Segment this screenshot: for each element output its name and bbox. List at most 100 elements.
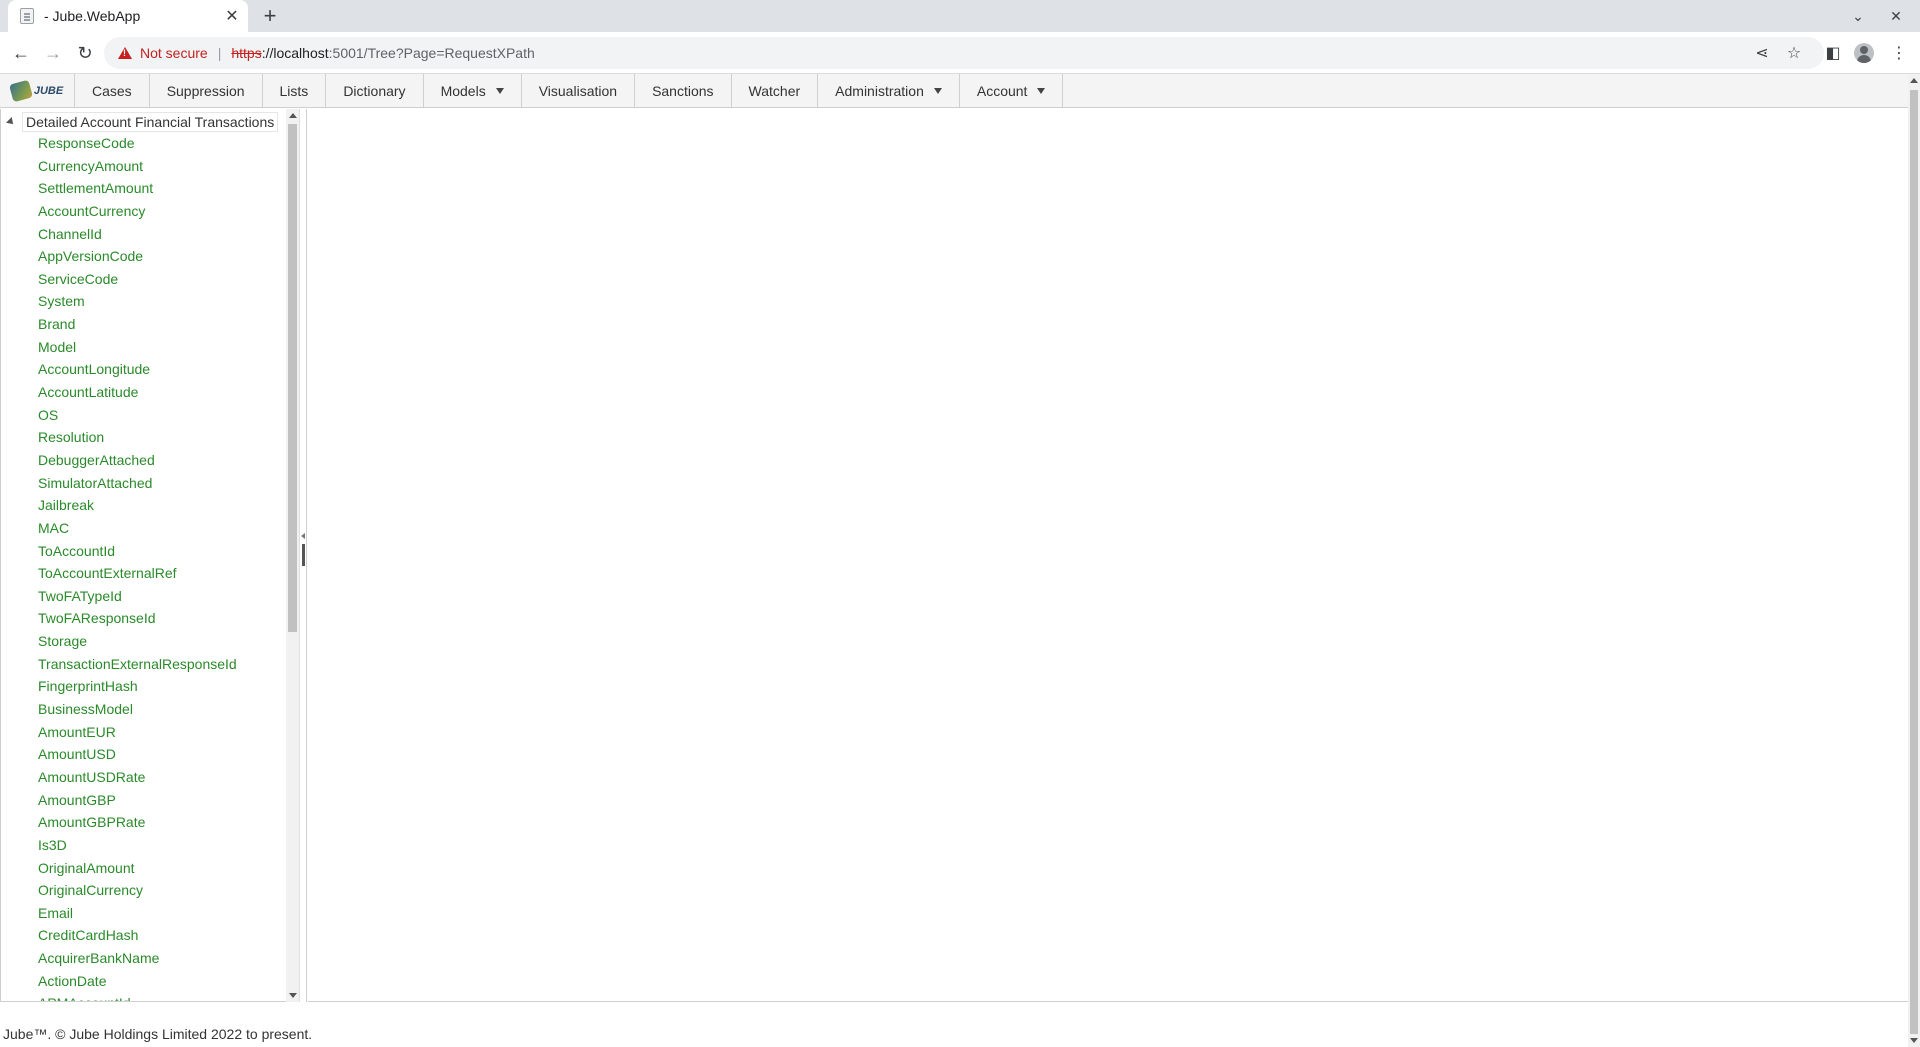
address-bar[interactable]: Not secure | https ://localhost :5001/Tr… [104, 37, 1824, 69]
forward-arrow-icon[interactable]: → [40, 40, 66, 66]
tree-item[interactable]: Email [38, 902, 237, 925]
tree-item[interactable]: BusinessModel [38, 698, 237, 721]
tree-scrollbar[interactable] [286, 109, 299, 1002]
browser-tabstrip: - Jube.WebApp ✕ + ⌄ ✕ [0, 0, 1920, 32]
menu-label: Administration [835, 82, 924, 99]
new-tab-button[interactable]: + [258, 3, 282, 28]
menu-lists[interactable]: Lists [263, 74, 327, 107]
menu-label: Cases [92, 82, 132, 99]
menu-label: Dictionary [343, 82, 406, 99]
omnibox-separator: | [217, 45, 222, 61]
tree-item[interactable]: DebuggerAttached [38, 449, 237, 472]
tree-item[interactable]: FingerprintHash [38, 675, 237, 698]
menu-kebab-icon[interactable]: ⋮ [1886, 40, 1912, 66]
scroll-thumb[interactable] [1910, 90, 1918, 1034]
tree-item[interactable]: CurrencyAmount [38, 155, 237, 178]
warning-icon [118, 47, 132, 59]
back-arrow-icon[interactable]: ← [8, 40, 34, 66]
dropdown-caret-icon [1037, 87, 1046, 94]
url-host: ://localhost [261, 45, 329, 61]
window-close-icon[interactable]: ✕ [1884, 4, 1908, 28]
tree-item[interactable]: AmountGBP [38, 789, 237, 812]
tree-item[interactable]: System [38, 290, 237, 313]
tree-item[interactable]: AcquirerBankName [38, 947, 237, 970]
menu-dictionary[interactable]: Dictionary [326, 74, 424, 107]
url-scheme: https [231, 45, 262, 61]
scroll-up-icon[interactable] [1910, 78, 1918, 83]
tree-item[interactable]: SettlementAmount [38, 177, 237, 200]
tree-item[interactable]: TransactionExternalResponseId [38, 653, 237, 676]
page-favicon-icon [20, 8, 34, 24]
tree-item[interactable]: MAC [38, 517, 237, 540]
tree-item[interactable]: AmountUSDRate [38, 766, 237, 789]
tree-item[interactable]: AmountEUR [38, 721, 237, 744]
main-content [308, 109, 1908, 1002]
plus-icon: + [263, 3, 277, 28]
collapse-arrow-icon[interactable] [301, 533, 305, 539]
scroll-up-icon[interactable] [289, 113, 297, 118]
tree-item[interactable]: OS [38, 404, 237, 427]
menu-visualisation[interactable]: Visualisation [522, 74, 636, 107]
dropdown-caret-icon [495, 87, 504, 94]
tree-item[interactable]: Is3D [38, 834, 237, 857]
tree-item[interactable]: TwoFATypeId [38, 585, 237, 608]
splitter-handle[interactable] [302, 544, 305, 566]
menu-label: Visualisation [538, 82, 618, 99]
tree-item[interactable]: Resolution [38, 426, 237, 449]
menu-label: Models [440, 82, 486, 99]
tree-item[interactable]: Jailbreak [38, 494, 237, 517]
browser-tab[interactable]: - Jube.WebApp ✕ [8, 0, 248, 32]
scroll-thumb[interactable] [288, 124, 297, 632]
tree-item[interactable]: ToAccountId [38, 540, 237, 563]
tree-root-label[interactable]: Detailed Account Financial Transactions [22, 112, 279, 132]
footer-copyright: Jube™. © Jube Holdings Limited 2022 to p… [3, 1026, 313, 1042]
dropdown-caret-icon [933, 87, 942, 94]
tab-search-chevron-icon[interactable]: ⌄ [1846, 4, 1870, 28]
tree-item[interactable]: AmountGBPRate [38, 811, 237, 834]
tree-item[interactable]: Brand [38, 313, 237, 336]
menu-cases[interactable]: Cases [75, 74, 150, 107]
tree-item[interactable]: Model [38, 336, 237, 359]
url-path: :5001/Tree?Page=RequestXPath [328, 45, 535, 61]
share-icon[interactable]: ⋖ [1749, 40, 1775, 66]
menu-account[interactable]: Account [960, 74, 1064, 107]
tree-item[interactable]: AppVersionCode [38, 245, 237, 268]
bookmark-star-icon[interactable]: ☆ [1781, 40, 1807, 66]
tree-item[interactable]: APMAccountId [38, 992, 237, 1001]
menu-administration[interactable]: Administration [818, 74, 960, 107]
close-tab-icon[interactable]: ✕ [222, 6, 242, 26]
tree-item[interactable]: SimulatorAttached [38, 472, 237, 495]
tree-item[interactable]: ServiceCode [38, 268, 237, 291]
tree-item[interactable]: AccountCurrency [38, 200, 237, 223]
tree-item[interactable]: ToAccountExternalRef [38, 562, 237, 585]
page-scrollbar[interactable] [1908, 74, 1920, 1047]
menu-suppression[interactable]: Suppression [150, 74, 263, 107]
tree-item[interactable]: TwoFAResponseId [38, 607, 237, 630]
side-panel-icon[interactable]: ◧ [1820, 40, 1846, 66]
panel-splitter[interactable] [299, 109, 307, 1002]
tree-item[interactable]: AccountLatitude [38, 381, 237, 404]
tree-item[interactable]: OriginalAmount [38, 857, 237, 880]
scroll-down-icon[interactable] [1910, 1038, 1918, 1043]
menu-watcher[interactable]: Watcher [732, 74, 819, 107]
tree-item[interactable]: ResponseCode [38, 132, 237, 155]
reload-icon[interactable]: ↻ [72, 40, 98, 66]
tree-item[interactable]: AmountUSD [38, 743, 237, 766]
not-secure-label[interactable]: Not secure [140, 45, 208, 61]
tree-item[interactable]: ChannelId [38, 223, 237, 246]
tree-item[interactable]: Storage [38, 630, 237, 653]
tree-item[interactable]: ActionDate [38, 970, 237, 993]
tree-expand-icon[interactable] [6, 117, 16, 127]
tab-title: - Jube.WebApp [44, 8, 141, 24]
menu-sanctions[interactable]: Sanctions [635, 74, 732, 107]
tree-item[interactable]: CreditCardHash [38, 924, 237, 947]
menu-models[interactable]: Models [424, 74, 522, 107]
scroll-down-icon[interactable] [289, 993, 297, 998]
menu-label: Sanctions [652, 82, 714, 99]
tree-item[interactable]: AccountLongitude [38, 358, 237, 381]
profile-avatar-icon[interactable] [1854, 43, 1874, 63]
jube-logo[interactable]: JUBE [0, 74, 75, 107]
tree-item[interactable]: OriginalCurrency [38, 879, 237, 902]
tree-root-node[interactable]: Detailed Account Financial Transactions [6, 111, 279, 133]
logo-text: JUBE [33, 84, 64, 97]
